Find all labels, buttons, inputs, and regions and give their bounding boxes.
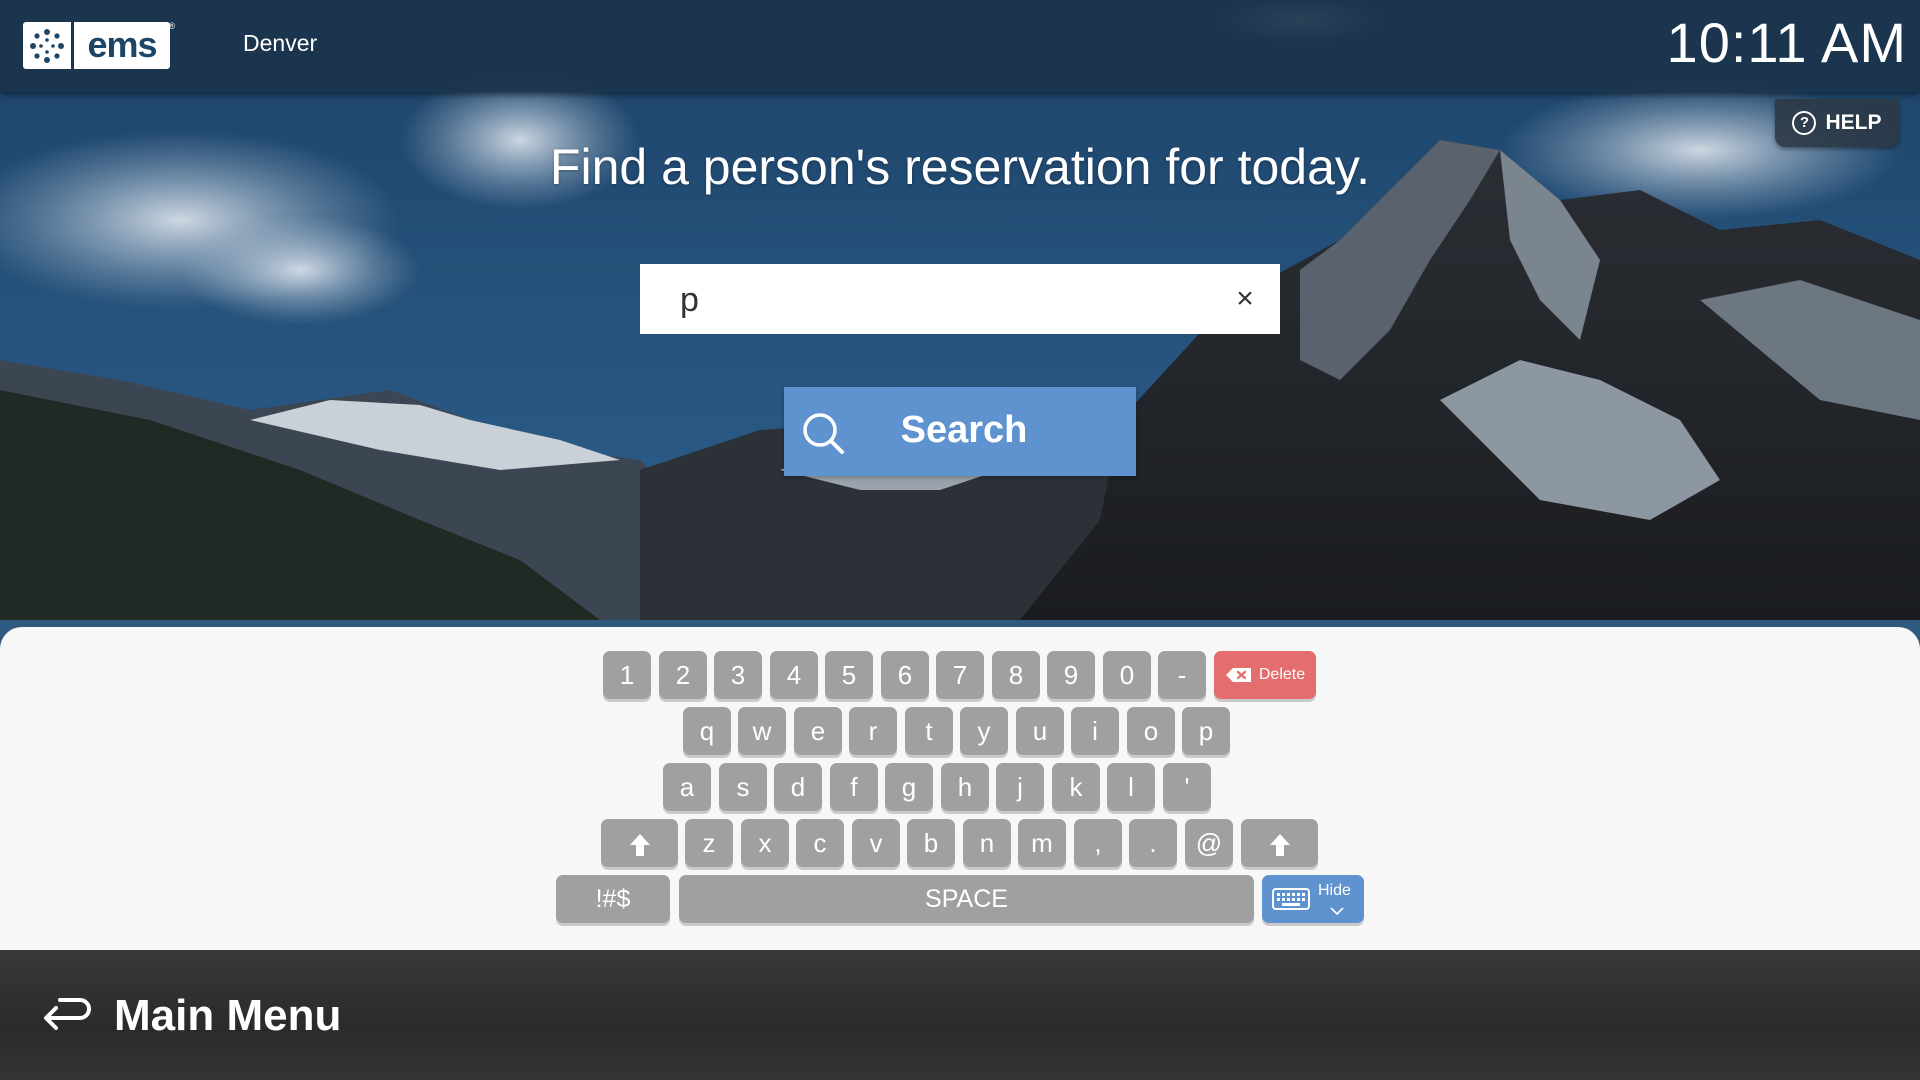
key-comma[interactable]: , [1074,819,1122,867]
on-screen-keyboard: 1 2 3 4 5 6 7 8 9 0 - Delete q w e r t y… [0,627,1920,950]
main-menu-label: Main Menu [114,991,342,1040]
key-8[interactable]: 8 [992,651,1040,699]
key-c[interactable]: c [796,819,844,867]
key-6[interactable]: 6 [881,651,929,699]
key-s[interactable]: s [719,763,767,811]
key-w[interactable]: w [738,707,786,755]
key-p[interactable]: p [1182,707,1230,755]
key-period[interactable]: . [1129,819,1177,867]
shift-key-right[interactable] [1241,819,1318,867]
key-k[interactable]: k [1052,763,1100,811]
key-h[interactable]: h [941,763,989,811]
help-label: HELP [1825,111,1882,134]
search-button[interactable]: Search [784,387,1136,476]
shift-arrow-icon [629,834,650,857]
key-v[interactable]: v [852,819,900,867]
key-7[interactable]: 7 [936,651,984,699]
return-arrow-icon [44,998,91,1030]
key-0[interactable]: 0 [1103,651,1151,699]
delete-key[interactable]: Delete [1214,651,1316,699]
key-dash[interactable]: - [1158,651,1206,699]
key-g[interactable]: g [885,763,933,811]
key-i[interactable]: i [1071,707,1119,755]
ems-logo: ems ® [23,21,175,69]
clear-search-icon[interactable]: × [1228,282,1262,316]
key-o[interactable]: o [1127,707,1175,755]
header-bar: ems ® Denver 10:11 AM [0,0,1920,92]
key-1[interactable]: 1 [603,651,651,699]
key-9[interactable]: 9 [1047,651,1095,699]
footer-bar: Main Menu [0,950,1920,1080]
key-t[interactable]: t [905,707,953,755]
chevron-down-icon [1330,907,1344,915]
key-x[interactable]: x [741,819,789,867]
page-headline: Find a person's reservation for today. [549,139,1371,195]
key-j[interactable]: j [996,763,1044,811]
key-5[interactable]: 5 [825,651,873,699]
key-n[interactable]: n [963,819,1011,867]
key-l[interactable]: l [1107,763,1155,811]
key-m[interactable]: m [1018,819,1066,867]
shift-key-left[interactable] [601,819,678,867]
ems-logo-icon [23,22,71,69]
clock-time: 10:11 AM [1666,11,1907,74]
key-3[interactable]: 3 [714,651,762,699]
search-box: × [640,264,1280,334]
main-menu-button[interactable]: Main Menu [40,986,341,1046]
search-input[interactable] [678,276,1202,324]
key-z[interactable]: z [685,819,733,867]
key-4[interactable]: 4 [770,651,818,699]
location-label: Denver [243,30,318,56]
key-y[interactable]: y [960,707,1008,755]
backspace-icon [1225,667,1251,682]
key-f[interactable]: f [830,763,878,811]
key-d[interactable]: d [774,763,822,811]
space-key[interactable]: SPACE [679,875,1254,923]
key-b[interactable]: b [907,819,955,867]
help-question-icon: ? [1792,111,1817,135]
key-e[interactable]: e [794,707,842,755]
keyboard-icon [1272,888,1310,910]
search-button-label: Search [900,409,1028,451]
key-apostrophe[interactable]: ' [1163,763,1211,811]
symbols-key[interactable]: !#$ [556,875,670,923]
key-q[interactable]: q [683,707,731,755]
key-at[interactable]: @ [1185,819,1233,867]
key-2[interactable]: 2 [659,651,707,699]
registered-mark: ® [168,21,175,31]
key-u[interactable]: u [1016,707,1064,755]
shift-arrow-icon [1269,834,1290,857]
key-r[interactable]: r [849,707,897,755]
delete-key-label: Delete [1258,666,1306,683]
key-a[interactable]: a [663,763,711,811]
ems-logo-text: ems [74,22,170,69]
hide-keyboard-key[interactable]: Hide [1262,875,1364,923]
